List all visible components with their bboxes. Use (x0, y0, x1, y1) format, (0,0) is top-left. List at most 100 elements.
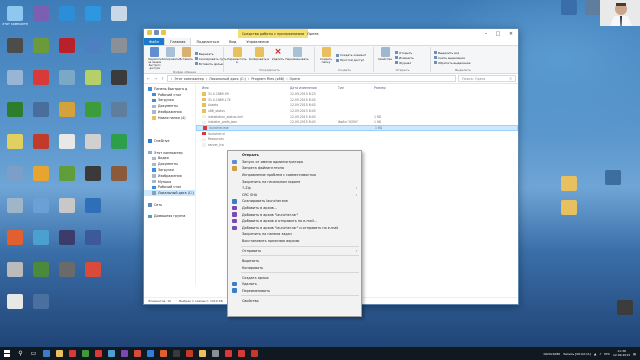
open-button[interactable]: Открыть (395, 51, 414, 55)
context-menu-item[interactable]: Запуск от имени администратора (228, 159, 361, 166)
taskbar-app-button[interactable] (248, 347, 261, 360)
context-menu-item[interactable]: Запрета файлинглтона (228, 165, 361, 172)
taskbar-app-button[interactable] (40, 347, 53, 360)
back-arrow-icon[interactable]: ← (146, 77, 151, 81)
desktop-icon[interactable] (106, 166, 132, 196)
desktop-icon[interactable] (80, 6, 106, 36)
desktop-icon[interactable] (106, 70, 132, 100)
chevron-right-icon[interactable]: › (286, 77, 287, 81)
context-menu-item[interactable]: Отправить › (228, 248, 361, 255)
language-indicator[interactable]: РУС (604, 352, 610, 356)
context-menu-item[interactable]: Переименовать (228, 287, 361, 294)
desktop-icon[interactable] (28, 102, 54, 132)
context-menu-item[interactable]: Сканировать launcher.exe (228, 198, 361, 205)
taskbar-app-button[interactable] (92, 347, 105, 360)
taskbar-app-button[interactable] (79, 347, 92, 360)
taskbar-app-button[interactable] (144, 347, 157, 360)
chevron-right-icon[interactable]: › (171, 77, 172, 81)
desktop-icon[interactable] (28, 294, 54, 324)
tab-4[interactable]: Управление (241, 38, 274, 45)
start-button[interactable] (0, 347, 14, 360)
paste-shortcut-button[interactable]: Вставить ярлык (194, 62, 227, 66)
context-menu-item[interactable]: Восстановить прежнюю версию (228, 238, 361, 245)
history-button[interactable]: Журнал (395, 61, 414, 65)
breadcrumb-item[interactable]: Opera (290, 77, 300, 81)
desktop-icon[interactable] (106, 6, 132, 36)
desktop-icon[interactable] (612, 300, 638, 330)
breadcrumb-item[interactable]: Локальный диск (C:) (209, 77, 246, 81)
close-button[interactable]: × (504, 29, 518, 38)
taskbar-app-button[interactable] (53, 347, 66, 360)
desktop-icon[interactable] (80, 134, 106, 164)
tab-3[interactable]: Вид (224, 38, 241, 45)
address-bar[interactable]: › Этот компьютер › Локальный диск (C:) › Prog… (167, 75, 456, 82)
desktop-icon[interactable] (28, 166, 54, 196)
desktop-icon[interactable] (28, 38, 54, 68)
edit-button[interactable]: Изменить (395, 56, 414, 60)
maximize-button[interactable]: □ (492, 29, 504, 38)
clock[interactable]: 11:36 12.09.2015 (613, 349, 630, 357)
taskbar-app-button[interactable] (222, 347, 235, 360)
desktop-icon[interactable] (2, 294, 28, 324)
context-menu-item[interactable]: Закрепить на панели задач (228, 231, 361, 238)
copy-path-button[interactable]: Скопировать путь (194, 57, 227, 61)
task-view-button[interactable]: ▭ (27, 347, 40, 360)
pin-button[interactable]: Закрепить на панели быстрого доступа (148, 47, 161, 70)
move-to-button[interactable]: Переместить в (227, 47, 247, 68)
desktop-icon[interactable] (54, 38, 80, 68)
column-header[interactable]: Тип (338, 86, 374, 90)
taskbar-app-button[interactable] (105, 347, 118, 360)
context-menu-item[interactable]: Открыть (228, 152, 361, 159)
notifications-icon[interactable]: ▤ (633, 352, 636, 356)
desktop-icon[interactable] (54, 166, 80, 196)
desktop-icon[interactable] (54, 198, 80, 228)
cut-button[interactable]: Вырезать (194, 52, 227, 56)
column-header[interactable]: Дата изменения (290, 86, 338, 90)
network-icon[interactable]: ▲ (594, 352, 596, 356)
desktop-icon[interactable] (80, 262, 106, 292)
desktop-icon[interactable] (28, 134, 54, 164)
desktop-icon[interactable] (2, 166, 28, 196)
tab-2[interactable]: Поделиться (191, 38, 224, 45)
taskbar-app-button[interactable] (170, 347, 183, 360)
taskbar-app-button[interactable] (235, 347, 248, 360)
copy-button[interactable]: Копировать (162, 47, 179, 70)
desktop-icon[interactable] (2, 70, 28, 100)
forward-arrow-icon[interactable]: → (153, 77, 158, 81)
desktop-icon[interactable] (2, 198, 28, 228)
context-menu-item[interactable]: 7-Zip › (228, 185, 361, 192)
rename-button[interactable]: Переименовать (285, 47, 309, 68)
desktop-icon[interactable] (80, 166, 106, 196)
desktop-icon[interactable] (2, 38, 28, 68)
desktop-icon[interactable] (54, 230, 80, 260)
desktop-icon[interactable] (54, 70, 80, 100)
context-menu-item[interactable]: Добавить в архив "launcher.rar" и отправ… (228, 225, 361, 232)
taskbar-app-button[interactable] (118, 347, 131, 360)
desktop-icon[interactable] (54, 6, 80, 36)
chevron-right-icon[interactable]: › (206, 77, 207, 81)
desktop-icon[interactable] (28, 70, 54, 100)
nav-item[interactable]: Домашняя группа (144, 214, 195, 220)
context-menu-item[interactable]: Добавить в архив "launcher.rar" (228, 211, 361, 218)
desktop-icon[interactable] (556, 0, 582, 30)
taskbar-app-button[interactable] (183, 347, 196, 360)
search-input[interactable]: Поиск: Opera ⚲ (458, 75, 516, 82)
paste-button[interactable]: Вставить (179, 47, 193, 70)
context-menu-item[interactable]: Копировать (228, 264, 361, 271)
desktop-icon[interactable] (2, 262, 28, 292)
new-folder-button[interactable]: Создать папку (318, 47, 334, 68)
desktop-icon[interactable] (80, 230, 106, 260)
context-menu-item[interactable]: Закрепить на начальном экране (228, 178, 361, 185)
select-none-button[interactable]: Снять выделение (434, 56, 470, 60)
context-menu-item[interactable]: Свойства (228, 297, 361, 304)
taskbar-app-button[interactable] (131, 347, 144, 360)
desktop-icon[interactable] (80, 198, 106, 228)
new-folder-icon[interactable] (161, 30, 166, 35)
breadcrumb-item[interactable]: Этот компьютер (174, 77, 203, 81)
up-arrow-icon[interactable]: ↑ (160, 77, 165, 81)
desktop-icon[interactable]: Этот компьютер (2, 6, 28, 36)
taskbar-app-button[interactable] (196, 347, 209, 360)
context-menu-item[interactable]: Создать ярлык (228, 274, 361, 281)
desktop-icon[interactable] (2, 230, 28, 260)
desktop-icon[interactable] (54, 262, 80, 292)
